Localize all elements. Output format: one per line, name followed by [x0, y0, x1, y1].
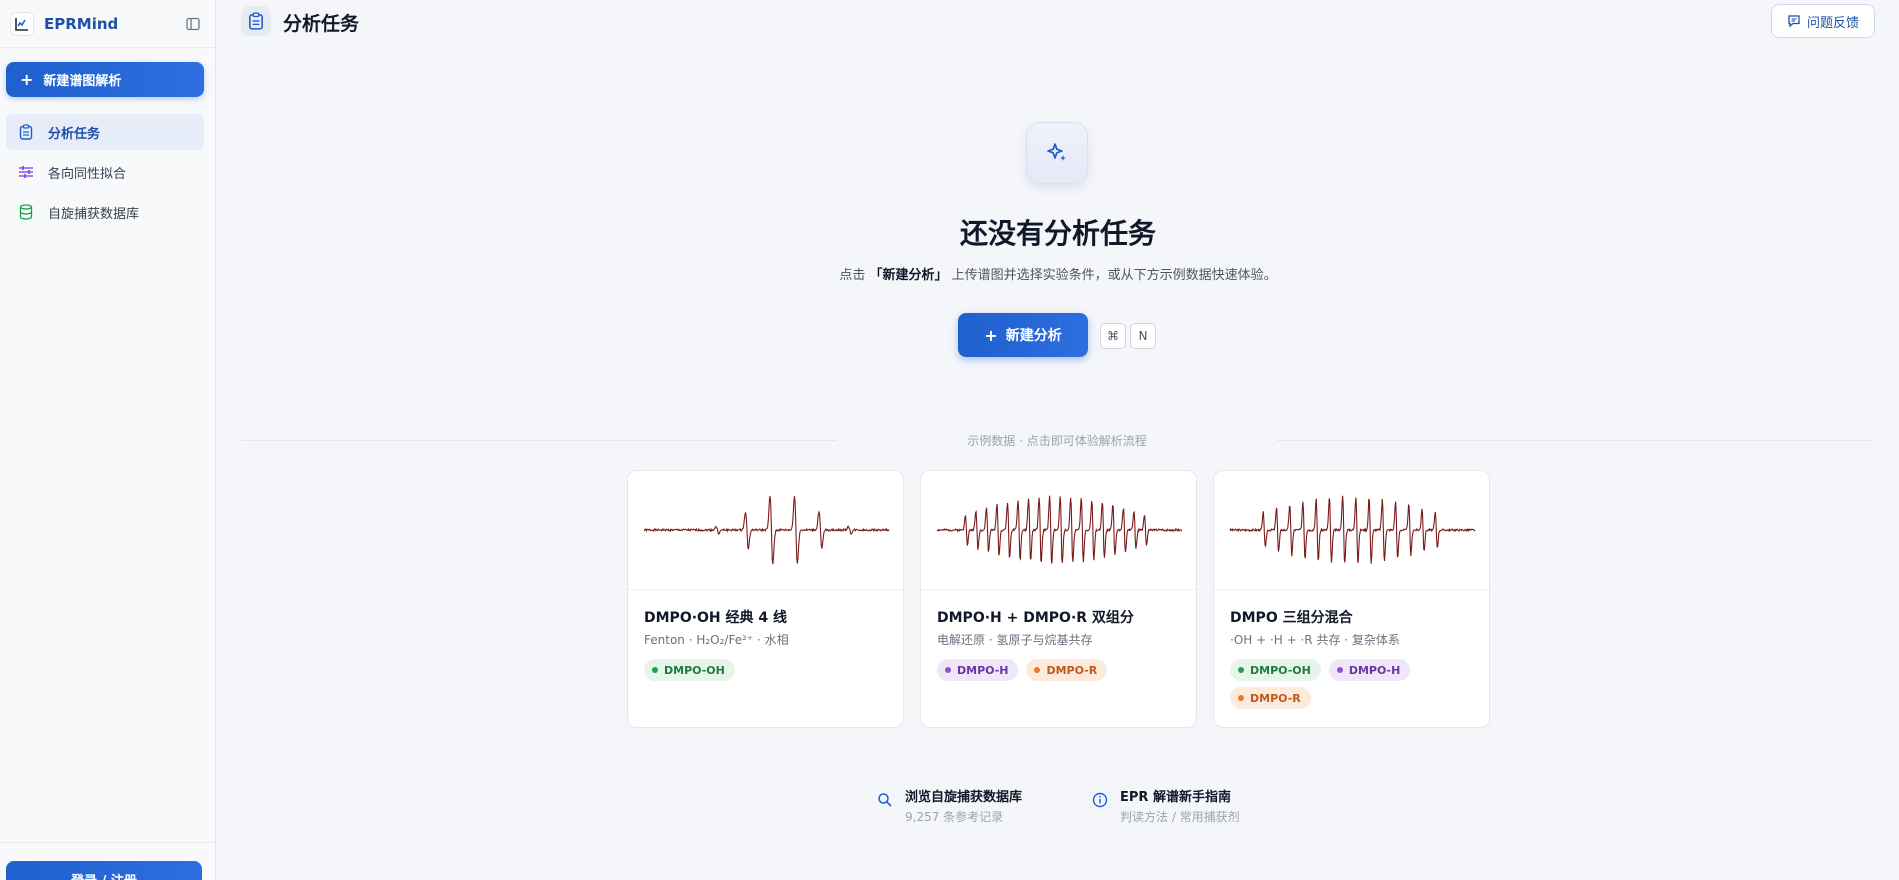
spectrum-line: [936, 495, 1183, 564]
card-subtitle: ·OH + ·H + ·R 共存 · 复杂体系: [1230, 633, 1400, 647]
new-spectrum-label: 新建谱图解析: [43, 74, 122, 89]
subtitle-prefix: 点击: [839, 268, 866, 283]
spectrum-thumbnail: [628, 471, 903, 590]
link-subtitle: 9,257 条参考记录: [905, 810, 1004, 824]
link-subtitle: 判读方法 / 常用捕获剂: [1120, 810, 1240, 824]
link-title: 浏览自旋捕获数据库: [905, 790, 1023, 805]
sidebar-item-tasks[interactable]: 分析任务: [6, 114, 204, 150]
feedback-button[interactable]: 问题反馈: [1771, 4, 1875, 38]
sidebar-item-isotropic-fit[interactable]: 各向同性拟合: [6, 154, 204, 190]
spectrum-line: [643, 496, 890, 565]
spectrum-thumbnail: [921, 471, 1196, 590]
database-icon: [18, 204, 34, 220]
example-card-dmpo-oh[interactable]: DMPO·OH 经典 4 线 Fenton · H₂O₂/Fe²⁺ · 水相 D…: [627, 470, 904, 728]
info-icon: [1092, 792, 1108, 808]
clipboard-icon: [18, 124, 34, 140]
card-subtitle: 电解还原 · 氢原子与烷基共存: [937, 633, 1093, 647]
spectrum-thumbnail: [1214, 471, 1489, 590]
new-spectrum-button[interactable]: + 新建谱图解析: [6, 62, 204, 97]
sidebar: EPRMind + 新建谱图解析 分析任务 各向同性拟合 自旋捕获数据库: [0, 0, 216, 880]
empty-state-title: 还没有分析任务: [959, 217, 1156, 250]
card-tags: DMPO-OH: [644, 659, 894, 681]
tag-dmpo-r: DMPO-R: [1026, 659, 1108, 681]
plus-icon: +: [20, 70, 34, 89]
sidebar-nav: 分析任务 各向同性拟合 自旋捕获数据库: [6, 114, 204, 234]
search-icon: [878, 793, 892, 807]
link-title: EPR 解谱新手指南: [1120, 790, 1231, 805]
sliders-icon: [18, 164, 34, 180]
card-title: DMPO·OH 经典 4 线: [644, 610, 788, 626]
examples-divider: 示例数据 · 点击即可体验解析流程: [241, 430, 1873, 450]
sparkle-icon: [1026, 122, 1088, 184]
page-header: 分析任务 问题反馈: [217, 0, 1899, 44]
sidebar-item-label: 分析任务: [48, 126, 101, 142]
card-title: DMPO·H + DMPO·R 双组分: [937, 610, 1134, 626]
card-tags: DMPO-OH DMPO-H DMPO-R: [1230, 659, 1480, 709]
tag-dmpo-oh: DMPO-OH: [644, 659, 735, 681]
message-icon: [1788, 15, 1800, 28]
tag-dmpo-oh: DMPO-OH: [1230, 659, 1321, 681]
sidebar-toggle-icon[interactable]: [181, 12, 205, 36]
new-analysis-button[interactable]: + 新建分析: [958, 313, 1088, 357]
shortcut-n-key: N: [1130, 323, 1156, 349]
page-title: 分析任务: [283, 13, 360, 35]
card-title: DMPO 三组分混合: [1230, 610, 1353, 626]
sidebar-item-spin-trap-database[interactable]: 自旋捕获数据库: [6, 194, 204, 230]
card-subtitle: Fenton · H₂O₂/Fe²⁺ · 水相: [644, 633, 789, 647]
login-register-button[interactable]: 登录 / 注册: [6, 861, 202, 880]
tag-dmpo-h: DMPO-H: [1328, 659, 1411, 681]
example-card-dmpo-h-r[interactable]: DMPO·H + DMPO·R 双组分 电解还原 · 氢原子与烷基共存 DMPO…: [920, 470, 1197, 728]
spectrum-line: [1229, 495, 1476, 564]
example-card-dmpo-mixed[interactable]: DMPO 三组分混合 ·OH + ·H + ·R 共存 · 复杂体系 DMPO-…: [1213, 470, 1490, 728]
empty-state-subtitle: 点击 「新建分析」 上传谱图并选择实验条件，或从下方示例数据快速体验。: [217, 264, 1899, 283]
main-content: 还没有分析任务 点击 「新建分析」 上传谱图并选择实验条件，或从下方示例数据快速…: [217, 44, 1899, 880]
plus-icon: +: [984, 325, 998, 345]
clipboard-icon: [241, 6, 271, 36]
browse-database-link[interactable]: 浏览自旋捕获数据库 9,257 条参考记录: [877, 786, 1022, 825]
subtitle-suffix: 上传谱图并选择实验条件，或从下方示例数据快速体验。: [951, 268, 1277, 283]
divider-label: 示例数据 · 点击即可体验解析流程: [967, 434, 1147, 448]
brand: EPRMind: [0, 0, 215, 48]
tag-dmpo-h: DMPO-H: [937, 659, 1019, 681]
card-tags: DMPO-H DMPO-R: [937, 659, 1187, 681]
subtitle-highlight: 「新建分析」: [869, 268, 948, 283]
sidebar-item-label: 自旋捕获数据库: [48, 206, 140, 222]
feedback-label: 问题反馈: [1806, 15, 1859, 31]
sidebar-item-label: 各向同性拟合: [48, 166, 127, 182]
app-name: EPRMind: [44, 14, 119, 33]
epr-guide-link[interactable]: EPR 解谱新手指南 判读方法 / 常用捕获剂: [1092, 786, 1240, 825]
tag-dmpo-r: DMPO-R: [1230, 687, 1311, 709]
new-analysis-label: 新建分析: [1005, 328, 1062, 344]
chart-logo-icon: [10, 11, 34, 36]
sidebar-footer: 登录 / 注册: [0, 842, 216, 880]
shortcut-cmd-key: ⌘: [1100, 323, 1126, 349]
